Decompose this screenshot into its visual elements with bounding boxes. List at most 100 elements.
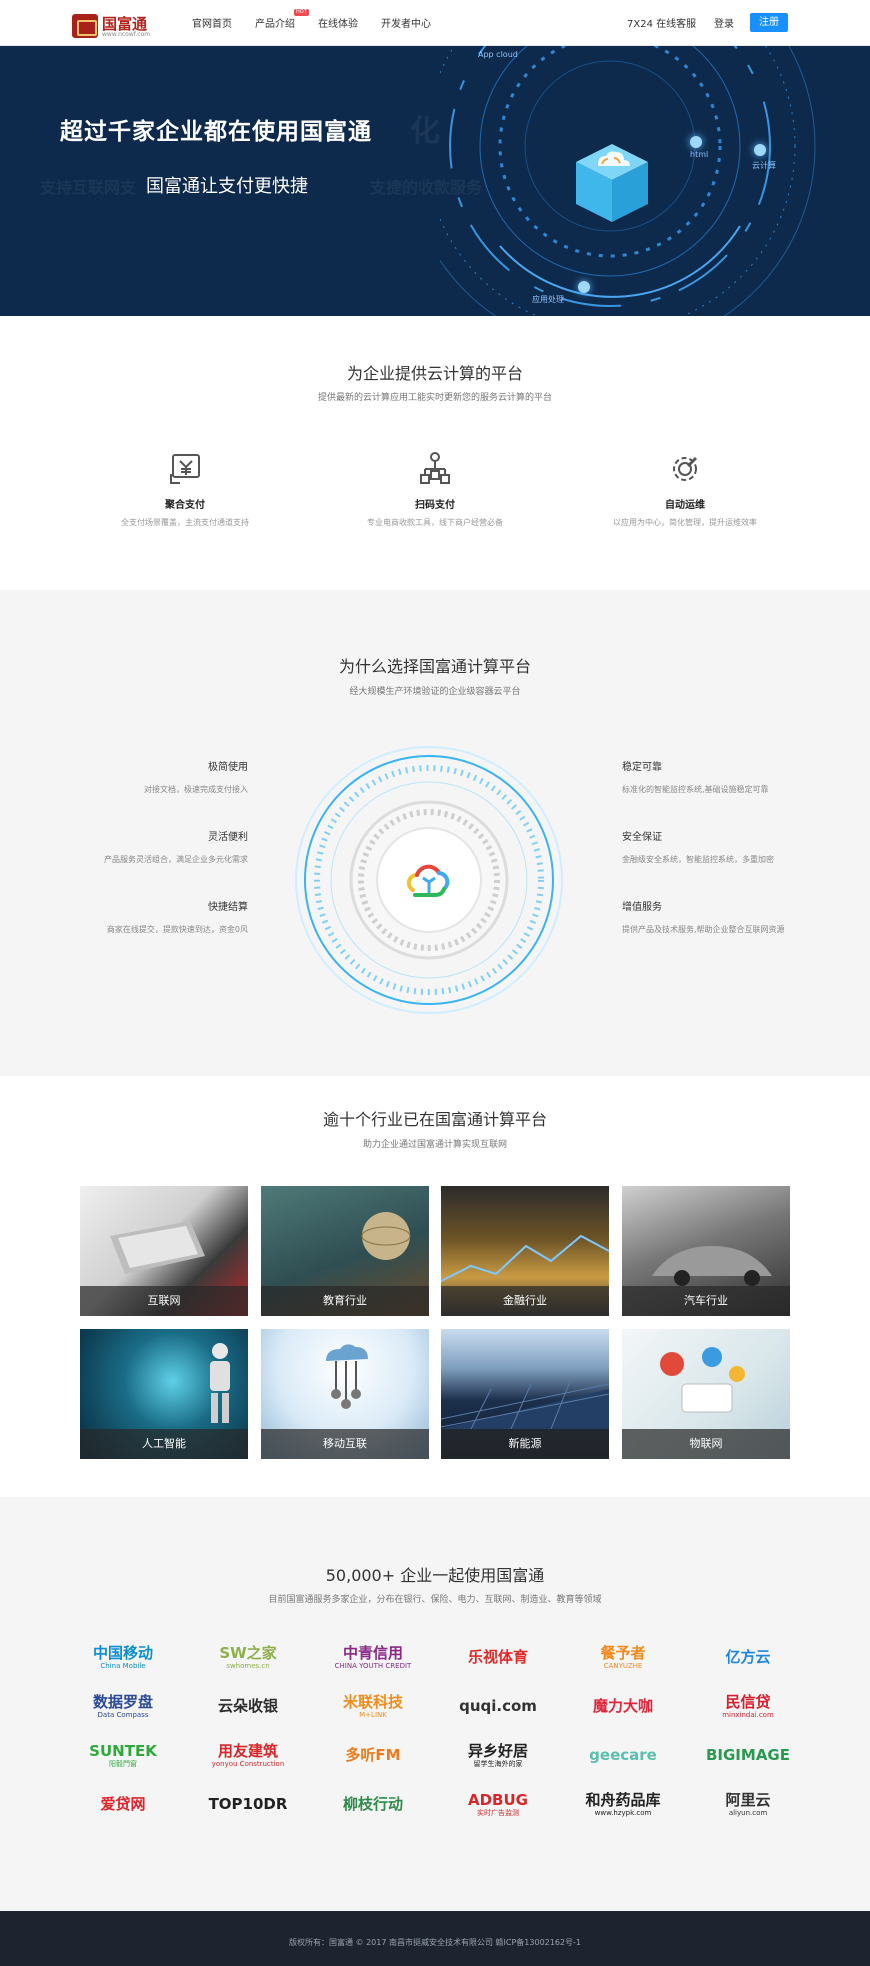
login-link[interactable]: 登录 — [714, 15, 734, 30]
orbit-node — [690, 136, 702, 148]
partner-logo: 用友建筑 yonyou Construction — [193, 1738, 303, 1772]
nav-developer[interactable]: 开发者中心 — [381, 15, 431, 30]
partner-logo-name: SW之家 — [219, 1643, 277, 1662]
partner-logo: 爱贷网 — [68, 1787, 178, 1821]
platform-subtitle: 提供最新的云计算应用工能实时更新您的服务云计算的平台 — [317, 393, 552, 403]
why-item-desc: 对接文档，极速完成支付接入 — [144, 785, 248, 794]
partner-logo-name: quqi.com — [459, 1697, 537, 1715]
ghost-text: 化 — [410, 114, 440, 149]
banner-subtitle: 国富通让支付更快捷 — [146, 176, 308, 197]
partner-logo: SW之家 swhomes.cn — [193, 1640, 303, 1674]
partner-logo-sub: minxindai.com — [722, 1710, 774, 1719]
partner-logo: TOP10DR — [193, 1787, 303, 1821]
partner-logo-name: 乐视体育 — [467, 1648, 528, 1666]
partner-logo: BIGIMAGE — [693, 1738, 803, 1772]
gear-wrench-icon — [673, 456, 698, 481]
industry-label: 移动互联 — [261, 1429, 429, 1459]
why-subtitle: 经大规模生产环境验证的企业级容器云平台 — [349, 687, 521, 697]
cloud-cube-icon — [576, 144, 648, 222]
why-item-desc: 标准化的智能监控系统,基础设施稳定可靠 — [622, 785, 769, 794]
hero-banner: 化 支持互联网支 支捷的收款服务 App cloud html 云计算 应用处理… — [0, 46, 870, 316]
feature-name: 扫码支付 — [415, 500, 455, 511]
partner-logo: geecare — [568, 1738, 678, 1772]
orbit-label-html: html — [690, 150, 709, 159]
feature-name: 自动运维 — [665, 500, 705, 511]
partner-logo-name: 米联科技 — [342, 1692, 403, 1711]
qr-flow-icon — [420, 452, 450, 484]
partners-title: 50,000+ 企业一起使用国富通 — [325, 1566, 545, 1585]
industry-label: 物联网 — [622, 1429, 790, 1459]
register-button[interactable]: 注册 — [750, 13, 788, 32]
partner-logo-name: TOP10DR — [208, 1795, 288, 1813]
online-service-link[interactable]: 7X24 在线客服 — [627, 15, 696, 30]
why-item: 稳定可靠 标准化的智能监控系统,基础设施稳定可靠 — [622, 758, 842, 795]
industry-tile[interactable]: 移动互联 — [261, 1329, 429, 1459]
cars-image — [652, 1246, 772, 1286]
partner-logo: 中国移动 China Mobile — [68, 1640, 178, 1674]
industry-tile[interactable]: 物联网 — [622, 1329, 790, 1459]
logo[interactable]: 国富通 www.ncowf.com — [72, 12, 152, 40]
partner-logo-sub: www.hzypk.com — [594, 1808, 652, 1817]
why-item-title: 极简使用 — [208, 762, 248, 773]
partner-logo-name: 多听FM — [345, 1746, 401, 1764]
partners-subtitle: 目前国富通服务多家企业，分布在银行、保险、电力、互联网、制造业、教育等领域 — [268, 1595, 602, 1605]
nav-demo[interactable]: 在线体验 — [318, 15, 358, 30]
partner-logo-name: 数据罗盘 — [92, 1692, 153, 1711]
industries-subtitle: 助力企业通过国富通计算实现互联网 — [362, 1140, 507, 1150]
partner-logo: 和舟药品库 www.hzypk.com — [568, 1787, 678, 1821]
industry-tile[interactable]: 新能源 — [441, 1329, 609, 1459]
industry-tile[interactable]: 金融行业 — [441, 1186, 609, 1316]
partner-logo-name: 云朵收银 — [217, 1697, 278, 1715]
orbit-label-processing: 应用处理 — [532, 295, 564, 304]
partner-logo: 米联科技 M+LINK — [318, 1689, 428, 1723]
partner-logo-name: 爱贷网 — [100, 1795, 146, 1813]
partner-logo-name: 用友建筑 — [217, 1741, 278, 1760]
partner-logo-name: 餐予者 — [600, 1643, 646, 1662]
partner-logo-name: 异乡好居 — [467, 1741, 528, 1760]
partner-logo: 柳枝行动 — [318, 1787, 428, 1821]
cloud-logo-icon — [407, 864, 450, 897]
partner-logo: 阿里云 aliyun.com — [693, 1787, 803, 1821]
industry-tile[interactable]: 教育行业 — [261, 1186, 429, 1316]
partner-logo-name: SUNTEK — [89, 1741, 157, 1760]
why-item-title: 安全保证 — [622, 832, 662, 843]
hot-badge: HOT — [294, 9, 309, 16]
industry-tile[interactable]: 人工智能 — [80, 1329, 248, 1459]
laptop-image — [110, 1221, 205, 1274]
industry-tile[interactable]: 互联网 — [80, 1186, 248, 1316]
why-item: 灵活便利 产品服务灵活组合，满足企业多元化需求 — [28, 828, 248, 865]
partner-logo-name: 民信贷 — [725, 1692, 771, 1711]
partner-logo: 乐视体育 — [443, 1640, 553, 1674]
feature-auto-ops: 自动运维 以应用为中心，简化管理，提升运维效率 — [585, 452, 785, 528]
partner-logo-name: 和舟药品库 — [585, 1790, 661, 1809]
partner-logo-name: 中国移动 — [92, 1643, 153, 1662]
industry-tile[interactable]: 汽车行业 — [622, 1186, 790, 1316]
globe-image — [361, 1212, 411, 1260]
coins-chart-image — [441, 1234, 609, 1282]
orbit-label-appcloud: App cloud — [478, 50, 518, 59]
partner-logo-sub: CHINA YOUTH CREDIT — [334, 1661, 412, 1670]
why-item: 安全保证 金融级安全系统，智能监控系统，多重加密 — [622, 828, 842, 865]
partner-logo: 民信贷 minxindai.com — [693, 1689, 803, 1723]
orbit-node — [578, 281, 590, 293]
yen-icon — [170, 454, 200, 484]
partner-logo: 数据罗盘 Data Compass — [68, 1689, 178, 1723]
partner-logo-name: geecare — [589, 1746, 657, 1764]
partner-logo-name: 魔力大咖 — [592, 1697, 653, 1715]
partner-logo-sub: China Mobile — [100, 1661, 146, 1670]
nav-products[interactable]: 产品介绍 — [255, 15, 295, 30]
partner-logo-sub: 留学生海外的家 — [473, 1759, 523, 1768]
partner-logo: 亿方云 — [693, 1640, 803, 1674]
partner-logo-name: ADBUG — [468, 1790, 528, 1809]
feature-desc: 全支付场景覆盖，主流支付通道支持 — [121, 518, 249, 527]
partner-logo-sub: aliyun.com — [728, 1808, 768, 1817]
why-item-title: 灵活便利 — [208, 832, 248, 843]
industry-label: 金融行业 — [441, 1286, 609, 1316]
partner-logo-sub: CANYUZHE — [603, 1661, 643, 1670]
banner-title: 超过千家企业都在使用国富通 — [60, 119, 372, 145]
partner-logo: 云朵收银 — [193, 1689, 303, 1723]
cloud-network-image — [326, 1344, 368, 1409]
partner-logo: SUNTEK 阳毅門窗 — [68, 1738, 178, 1772]
nav-home[interactable]: 官网首页 — [192, 15, 232, 30]
industry-label: 汽车行业 — [622, 1286, 790, 1316]
